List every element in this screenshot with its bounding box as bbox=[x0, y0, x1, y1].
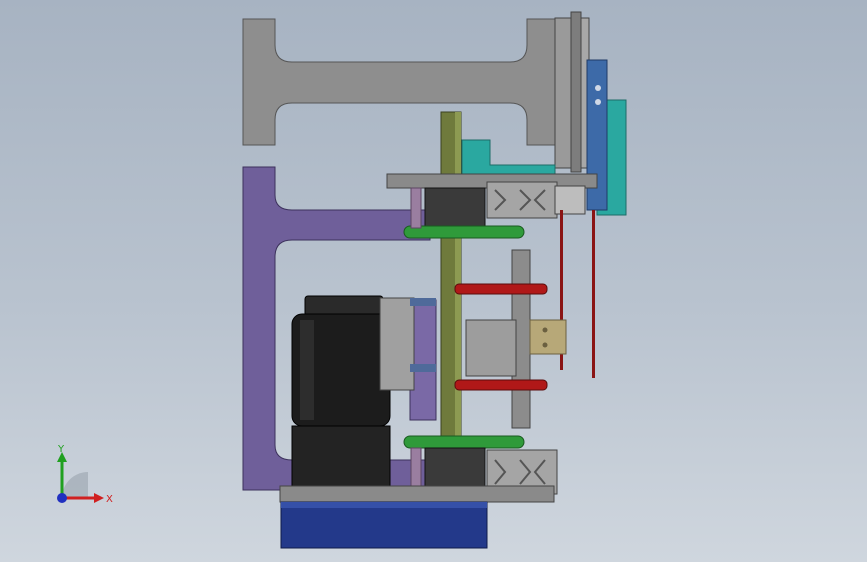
assembly-model[interactable] bbox=[0, 0, 867, 562]
vertical-slide-plate[interactable] bbox=[554, 17, 572, 169]
upper-frame-beam[interactable] bbox=[242, 18, 556, 146]
vertical-slide-plate-2[interactable] bbox=[570, 11, 582, 173]
cad-viewport[interactable]: Y X bbox=[0, 0, 867, 562]
lower-pulley-hub[interactable] bbox=[424, 447, 486, 489]
bolt-hole bbox=[595, 99, 601, 105]
red-pin-upper[interactable] bbox=[454, 283, 548, 295]
base-plate[interactable] bbox=[279, 485, 555, 503]
motor-gearbox[interactable] bbox=[291, 425, 391, 489]
tan-plate-hole bbox=[542, 342, 548, 348]
upper-pulley-hub[interactable] bbox=[424, 187, 486, 227]
red-wire-2 bbox=[592, 210, 595, 378]
axis-y-label: Y bbox=[57, 444, 65, 455]
coordinate-triad: Y X bbox=[57, 444, 113, 505]
lower-guide-rod[interactable] bbox=[410, 447, 422, 489]
blue-base-block[interactable] bbox=[280, 501, 488, 549]
lower-belt[interactable] bbox=[403, 435, 525, 449]
motor-bracket[interactable] bbox=[379, 297, 415, 391]
upper-belt[interactable] bbox=[403, 225, 525, 239]
red-pin-lower[interactable] bbox=[454, 379, 548, 391]
blue-rod-upper[interactable] bbox=[410, 298, 436, 306]
blue-base-highlight bbox=[281, 502, 487, 508]
mid-carriage[interactable] bbox=[465, 319, 517, 377]
bolt-hole bbox=[595, 85, 601, 91]
motor-top-cap[interactable] bbox=[304, 295, 384, 317]
tan-plate-hole bbox=[542, 327, 548, 333]
axis-z-dot bbox=[57, 493, 67, 503]
tan-mount-plate[interactable] bbox=[529, 319, 567, 355]
aluminum-extrusion-upper[interactable] bbox=[486, 181, 558, 219]
blue-rod-lower[interactable] bbox=[410, 364, 436, 372]
motor-highlight bbox=[300, 320, 314, 420]
axis-x-arrowhead bbox=[94, 493, 104, 503]
vertical-shaft-highlight bbox=[455, 112, 461, 492]
upper-sensor-block[interactable] bbox=[554, 185, 586, 215]
upper-guide-rod[interactable] bbox=[410, 187, 422, 229]
axis-x-label: X bbox=[106, 494, 113, 505]
